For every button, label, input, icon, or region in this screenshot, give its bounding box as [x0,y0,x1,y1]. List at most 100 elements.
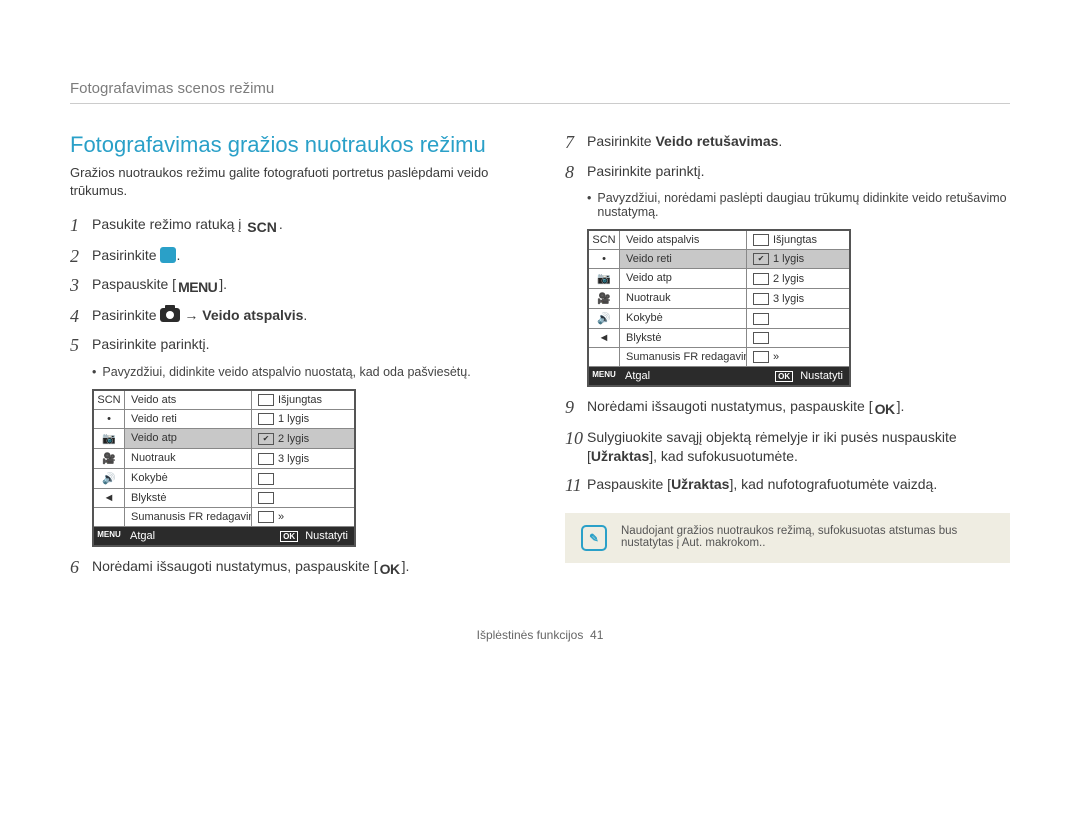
menu-row-setting: 1 lygis [252,410,354,428]
menu-row-setting: 2 lygis [747,269,849,288]
menu-side-icon: 🎥 [94,449,124,468]
note-text: Naudojant gražios nuotraukos režimą, suf… [621,525,994,549]
menu-row-label: Blykstė [125,489,251,507]
step-text: Pasukite režimo ratuką į [92,216,245,232]
menu-row-label: Veido atspalvis [620,231,746,249]
step-number: 10 [565,428,587,450]
menu-row-setting: ✔2 lygis [252,429,354,448]
step-text: Norėdami išsaugoti nustatymus, paspauski… [587,398,873,414]
step-bold: Veido retušavimas [655,133,778,149]
step-body: Paspauskite [MENU]. [92,275,515,298]
step-text: Paspauskite [ [587,476,671,492]
step-text: ], kad nufotografuotumėte vaizdą. [729,476,937,492]
menu-row-setting: 3 lygis [747,289,849,308]
intro-text: Gražios nuotraukos režimu galite fotogra… [70,164,515,199]
footer-page-number: 41 [590,628,603,642]
menu-row-setting: Išjungtas [747,231,849,249]
menu-side-icon [94,508,124,526]
sub-bullet: •Pavyzdžiui, didinkite veido atspalvio n… [92,365,515,379]
step-number: 9 [565,397,587,419]
camera-icon [160,308,180,322]
menu-row-label: Blykstė [620,329,746,347]
left-column: Fotografavimas gražios nuotraukos režimu… [70,132,515,588]
steps-left: 1 Pasukite režimo ratuką į SCN. 2 Pasiri… [70,215,515,357]
step-text: . [279,216,283,232]
step-text: ]. [897,398,905,414]
menu-side-icon: SCN [94,391,124,409]
menu-set-label: OK Nustatyti [252,527,354,545]
menu-row-setting [252,469,354,488]
step-number: 2 [70,246,92,268]
menu-row-setting [252,489,354,507]
step-text: ], kad sufokusuotumėte. [649,448,798,464]
menu-row-setting: » [252,508,354,526]
step-body: Sulygiuokite savąjį objektą rėmelyje ir … [587,428,1010,467]
menu-row-setting: 3 lygis [252,449,354,468]
menu-row-label: Veido atp [125,429,251,448]
footer-section: Išplėstinės funkcijos [477,628,584,642]
camera-menu-screenshot: SCNVeido atsIšjungtas•Veido reti1 lygis📷… [92,389,356,547]
menu-side-icon: 🔊 [94,469,124,488]
menu-key-icon: MENU [94,527,124,545]
step-text: Paspauskite [ [92,276,176,292]
menu-row-setting: ✔1 lygis [747,250,849,268]
ok-icon: OK [380,560,400,580]
menu-row-setting [747,329,849,347]
menu-row-label: Kokybė [620,309,746,328]
step-text: ]. [402,558,410,574]
menu-row-label: Kokybė [125,469,251,488]
step-body: Pasirinkite Veido retušavimas. [587,132,1010,152]
menu-side-icon: SCN [589,231,619,249]
step-body: Norėdami išsaugoti nustatymus, paspauski… [587,397,1010,420]
menu-row-label: Nuotrauk [125,449,251,468]
step-text: . [176,247,180,263]
step-number: 1 [70,215,92,237]
step-body: Pasirinkite parinktį. [587,162,1010,182]
step-body: Pasirinkite parinktį. [92,335,515,355]
menu-row-label: Veido reti [125,410,251,428]
step-text: . [778,133,782,149]
step-body: Paspauskite [Užraktas], kad nufotografuo… [587,475,1010,495]
menu-side-icon: ◄ [589,329,619,347]
step-body: Pasirinkite . [92,246,515,266]
step-text: → [180,307,202,323]
step-number: 6 [70,557,92,579]
menu-side-icon: • [589,250,619,268]
menu-key-icon: MENU [589,367,619,385]
step-number: 4 [70,306,92,328]
step-body: Pasukite režimo ratuką į SCN. [92,215,515,238]
menu-side-icon [589,348,619,366]
sub-text: Pavyzdžiui, didinkite veido atspalvio nu… [102,365,470,379]
menu-row-label: Sumanusis FR redagavimas [620,348,746,366]
menu-row-label: Veido reti [620,250,746,268]
step-body: Pasirinkite → Veido atspalvis. [92,306,515,326]
step-text: Pasirinkite [92,247,160,263]
step-bold: Veido atspalvis [202,307,303,323]
step-bold: Užraktas [671,476,729,492]
step-number: 8 [565,162,587,184]
step-bold: Užraktas [591,448,649,464]
breadcrumb: Fotografavimas scenos režimu [70,80,1010,104]
step-number: 5 [70,335,92,357]
info-icon: ✎ [581,525,607,551]
menu-row-label: Veido ats [125,391,251,409]
menu-side-icon: 📷 [94,429,124,448]
menu-side-icon: 🎥 [589,289,619,308]
sub-text: Pavyzdžiui, norėdami paslėpti daugiau tr… [597,191,1010,219]
menu-back-label: Atgal [619,367,747,385]
menu-row-label: Veido atp [620,269,746,288]
page-footer: Išplėstinės funkcijos 41 [70,628,1010,642]
sub-bullet: •Pavyzdžiui, norėdami paslėpti daugiau t… [587,191,1010,219]
menu-row-label: Nuotrauk [620,289,746,308]
step-text: Pasirinkite [92,307,160,323]
step-text: Norėdami išsaugoti nustatymus, paspauski… [92,558,378,574]
step-body: Norėdami išsaugoti nustatymus, paspauski… [92,557,515,580]
steps-right: 7 Pasirinkite Veido retušavimas. 8 Pasir… [565,132,1010,183]
menu-row-label: Sumanusis FR redagavimas [125,508,251,526]
step-number: 7 [565,132,587,154]
steps-left-cont: 6 Norėdami išsaugoti nustatymus, paspaus… [70,557,515,580]
menu-set-label: OK Nustatyti [747,367,849,385]
step-number: 11 [565,475,587,497]
scn-icon: SCN [247,218,277,238]
ok-icon: OK [875,400,895,420]
